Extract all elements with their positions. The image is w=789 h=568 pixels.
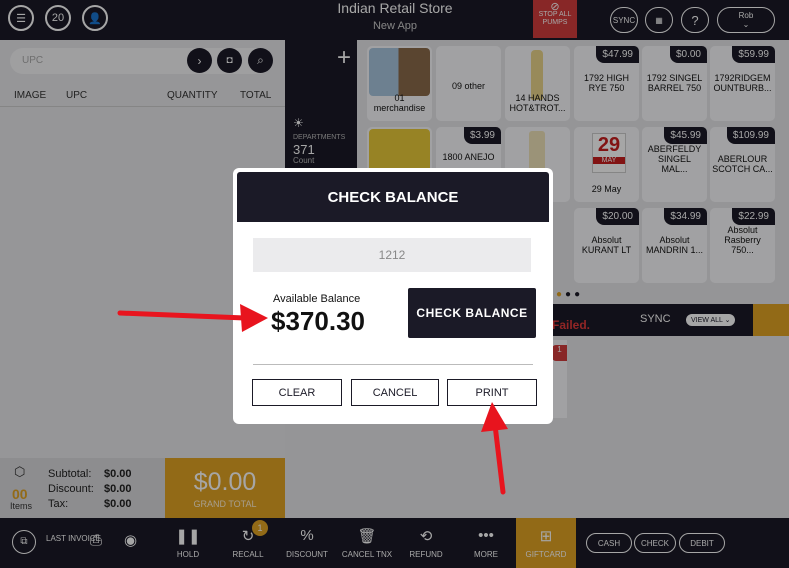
arrow-to-balance-icon — [117, 304, 268, 332]
annotation-arrows — [117, 304, 508, 495]
arrow-to-print-icon — [481, 402, 508, 495]
